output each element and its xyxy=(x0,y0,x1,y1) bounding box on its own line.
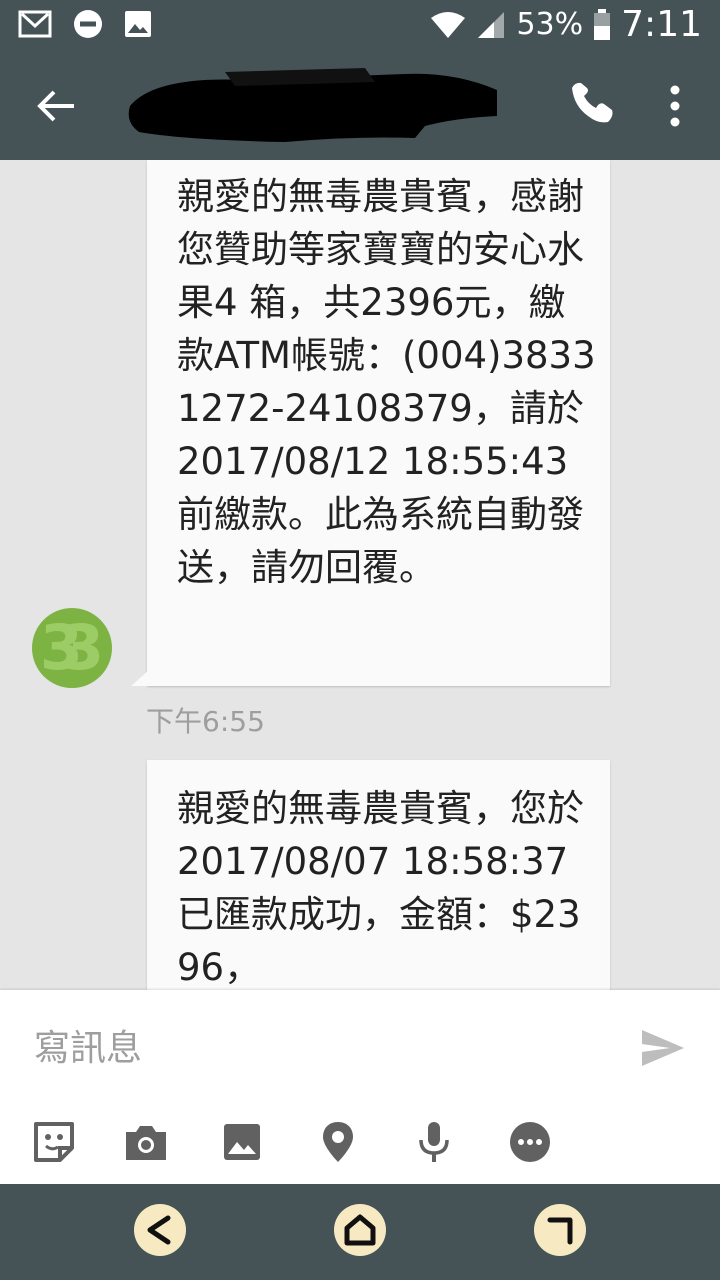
nav-recents-icon xyxy=(547,1217,573,1245)
phone-icon[interactable] xyxy=(570,80,618,128)
bubble-tail xyxy=(131,670,149,686)
message-timestamp: 下午6:55 xyxy=(146,705,265,738)
more-vert-icon[interactable] xyxy=(660,82,690,130)
navigation-bar xyxy=(0,1184,720,1280)
avatar[interactable]: 33 xyxy=(32,608,112,688)
gallery-icon[interactable] xyxy=(218,1118,266,1166)
battery-icon xyxy=(594,8,611,40)
nav-home-button[interactable] xyxy=(334,1204,386,1256)
nav-back-icon xyxy=(147,1215,171,1245)
location-icon[interactable] xyxy=(314,1118,362,1166)
back-arrow-icon[interactable] xyxy=(34,84,78,128)
message-bubble[interactable]: 親愛的無毒農貴賓，感謝您贊助等家寶寶的安心水果4 箱，共2396元，繳款ATM帳… xyxy=(147,160,610,686)
message-text: 親愛的無毒農貴賓，感謝您贊助等家寶寶的安心水果4 箱，共2396元，繳款ATM帳… xyxy=(177,175,596,589)
nav-home-icon xyxy=(344,1214,376,1246)
message-input[interactable] xyxy=(34,1022,594,1074)
more-options-icon[interactable] xyxy=(506,1118,554,1166)
nav-recents-button[interactable] xyxy=(534,1204,586,1256)
composer xyxy=(0,990,720,1184)
camera-icon[interactable] xyxy=(122,1118,170,1166)
battery-percent: 53% xyxy=(516,7,584,42)
message-text: 親愛的無毒農貴賓，您於 2017/08/07 18:58:37 已匯款成功，金額… xyxy=(177,787,584,989)
redacted-contact-name xyxy=(128,68,497,142)
clock: 7:11 xyxy=(621,4,702,45)
gmail-icon xyxy=(18,10,52,38)
attachment-bar xyxy=(0,1118,720,1168)
send-icon[interactable] xyxy=(640,1028,686,1068)
image-icon xyxy=(125,11,151,37)
message-thread[interactable]: 親愛的無毒農貴賓，感謝您贊助等家寶寶的安心水果4 箱，共2396元，繳款ATM帳… xyxy=(0,160,720,990)
signal-icon xyxy=(478,11,505,38)
app-bar xyxy=(0,50,720,160)
message-bubble[interactable]: 親愛的無毒農貴賓，您於 2017/08/07 18:58:37 已匯款成功，金額… xyxy=(147,760,610,990)
avatar-glyph: 33 xyxy=(39,611,104,684)
nav-back-button[interactable] xyxy=(134,1204,186,1256)
sticker-icon[interactable] xyxy=(30,1118,78,1166)
do-not-disturb-icon xyxy=(74,10,102,38)
status-bar: 53% 7:11 xyxy=(0,0,720,50)
microphone-icon[interactable] xyxy=(410,1118,458,1166)
wifi-icon xyxy=(431,11,466,38)
